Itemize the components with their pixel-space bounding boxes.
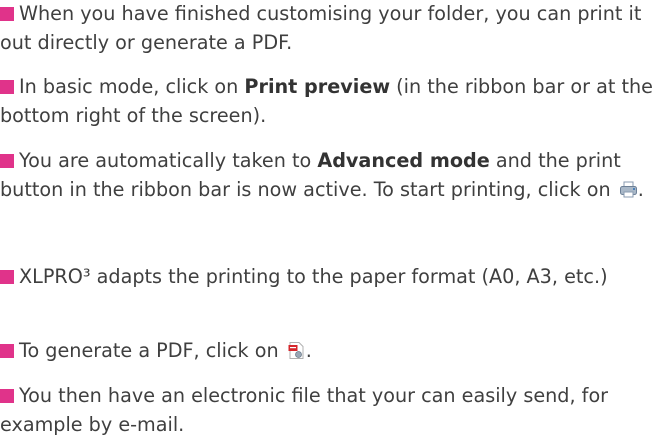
item-text: When you have finished customising your … (0, 2, 642, 54)
print-preview-label: Print preview (244, 75, 391, 98)
bullet-square (0, 344, 14, 358)
bullet-square (0, 154, 14, 168)
bullet-square (0, 80, 14, 94)
printer-icon (619, 180, 638, 199)
item-text: XLPRO³ adapts the printing to the paper … (19, 265, 608, 288)
list-item-print-preview: In basic mode, click on Print preview (i… (0, 73, 660, 130)
list-item-electronic-file: You then have an electronic file that yo… (0, 382, 660, 439)
bullet-square (0, 270, 14, 284)
bullet-square (0, 389, 14, 403)
advanced-mode-label: Advanced mode (317, 149, 490, 172)
item-text-after: . (305, 339, 312, 362)
bullet-square (0, 7, 14, 21)
item-text-after: . (637, 177, 644, 201)
list-item-generate-pdf: To generate a PDF, click on . (0, 337, 660, 366)
item-text: You then have an electronic file that yo… (0, 384, 609, 436)
item-text-before: In basic mode, click on (19, 75, 245, 98)
instruction-list: When you have finished customising your … (0, 0, 671, 443)
item-text-before: You are automatically taken to (19, 149, 318, 172)
pdf-icon (287, 341, 306, 360)
item-text-before: To generate a PDF, click on (19, 339, 285, 362)
list-item-advanced-mode: You are automatically taken to Advanced … (0, 147, 660, 204)
list-item-paper-format: XLPRO³ adapts the printing to the paper … (0, 263, 660, 292)
list-item-finish: When you have finished customising your … (0, 0, 660, 57)
